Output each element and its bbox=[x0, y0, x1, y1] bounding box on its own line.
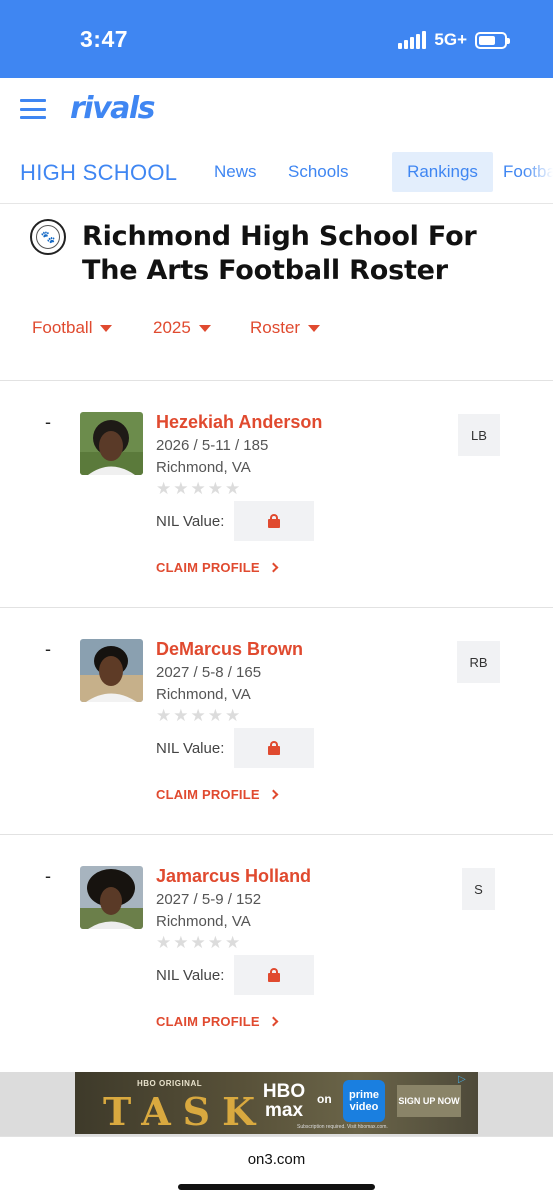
nil-value-locked[interactable] bbox=[234, 955, 314, 995]
star-icon: ★ bbox=[190, 479, 206, 498]
claim-profile-label: CLAIM PROFILE bbox=[156, 787, 260, 802]
nil-value-label: NIL Value: bbox=[156, 513, 225, 530]
claim-profile-label: CLAIM PROFILE bbox=[156, 560, 260, 575]
ad-title: TASK bbox=[103, 1089, 268, 1134]
star-icon: ★ bbox=[190, 933, 206, 952]
ad-partner-logo: prime video bbox=[343, 1080, 385, 1122]
battery-icon bbox=[475, 31, 510, 49]
network-type: 5G+ bbox=[434, 30, 467, 49]
year-filter-dropdown[interactable]: 2025 bbox=[153, 318, 211, 338]
player-name[interactable]: Jamarcus Holland bbox=[156, 866, 311, 887]
school-crest-icon: 🐾 bbox=[30, 219, 66, 255]
star-icon: ★ bbox=[156, 479, 172, 498]
star-icon: ★ bbox=[207, 706, 223, 725]
cellular-signal-icon bbox=[398, 31, 427, 49]
chevron-right-icon bbox=[268, 562, 279, 573]
nil-value-label: NIL Value: bbox=[156, 740, 225, 757]
url-text: on3.com bbox=[247, 1151, 306, 1168]
lock-icon bbox=[268, 514, 280, 528]
nil-value-label: NIL Value: bbox=[156, 967, 225, 984]
nil-value-locked[interactable] bbox=[234, 501, 314, 541]
divider bbox=[0, 203, 553, 204]
hamburger-menu-icon[interactable] bbox=[20, 99, 46, 119]
star-icon: ★ bbox=[173, 933, 189, 952]
lock-icon bbox=[268, 741, 280, 755]
star-icon: ★ bbox=[207, 933, 223, 952]
lock-icon bbox=[268, 968, 280, 982]
app-header: rivals bbox=[0, 78, 553, 148]
caret-down-icon bbox=[198, 324, 211, 332]
sport-filter-dropdown[interactable]: Football bbox=[32, 318, 113, 338]
player-hometown: Richmond, VA bbox=[156, 686, 251, 703]
divider bbox=[0, 380, 553, 381]
roster-row: - Hezekiah Anderson 2026 / 5-11 / 185 Ri… bbox=[0, 412, 553, 639]
roster-row: - Jamarcus Holland 2027 / 5-9 / 152 Rich… bbox=[0, 866, 553, 1093]
player-rank: - bbox=[45, 866, 51, 886]
nav-item-rankings[interactable]: Rankings bbox=[392, 152, 493, 192]
player-name[interactable]: DeMarcus Brown bbox=[156, 639, 303, 660]
player-hometown: Richmond, VA bbox=[156, 913, 251, 930]
ad-fine-print: Subscription required. Visit hbomax.com. bbox=[297, 1124, 388, 1130]
star-icon: ★ bbox=[156, 933, 172, 952]
nav-fade bbox=[523, 148, 553, 198]
browser-address-bar[interactable]: on3.com bbox=[0, 1136, 553, 1200]
chevron-right-icon bbox=[268, 789, 279, 800]
star-icon: ★ bbox=[207, 479, 223, 498]
player-class-height-weight: 2027 / 5-8 / 165 bbox=[156, 664, 262, 681]
home-indicator[interactable] bbox=[178, 1184, 375, 1190]
divider bbox=[0, 607, 553, 608]
star-icon: ★ bbox=[225, 479, 241, 498]
caret-down-icon bbox=[308, 324, 321, 332]
view-filter-dropdown[interactable]: Roster bbox=[250, 318, 321, 338]
claim-profile-label: CLAIM PROFILE bbox=[156, 1014, 260, 1029]
position-badge: LB bbox=[458, 414, 500, 456]
position-badge: S bbox=[462, 868, 495, 910]
claim-profile-link[interactable]: CLAIM PROFILE bbox=[156, 787, 279, 802]
ad-choices-icon[interactable]: ▷ bbox=[458, 1074, 474, 1086]
player-photo[interactable] bbox=[80, 412, 143, 475]
ad-banner[interactable]: HBO ORIGINAL TASK HBO max on prime video… bbox=[75, 1072, 478, 1134]
star-icon: ★ bbox=[173, 706, 189, 725]
player-name[interactable]: Hezekiah Anderson bbox=[156, 412, 322, 433]
status-time: 3:47 bbox=[80, 26, 129, 52]
roster-row: - DeMarcus Brown 2027 / 5-8 / 165 Richmo… bbox=[0, 639, 553, 866]
section-nav: HIGH SCHOOL News Schools Rankings Footba… bbox=[0, 148, 553, 198]
nil-value-locked[interactable] bbox=[234, 728, 314, 768]
position-badge: RB bbox=[457, 641, 500, 683]
ad-connector: on bbox=[317, 1092, 332, 1106]
caret-down-icon bbox=[100, 324, 113, 332]
status-indicators: 5G+ bbox=[398, 30, 510, 50]
nav-section-title[interactable]: HIGH SCHOOL bbox=[20, 160, 177, 186]
claim-profile-link[interactable]: CLAIM PROFILE bbox=[156, 1014, 279, 1029]
status-bar: 3:47 5G+ bbox=[0, 0, 553, 78]
view-filter-label: Roster bbox=[250, 318, 301, 337]
star-rating: ★ ★ ★ ★ ★ bbox=[156, 480, 240, 497]
player-photo[interactable] bbox=[80, 866, 143, 929]
claim-profile-link[interactable]: CLAIM PROFILE bbox=[156, 560, 279, 575]
sport-filter-label: Football bbox=[32, 318, 93, 337]
ad-eyebrow: HBO ORIGINAL bbox=[137, 1079, 203, 1088]
star-icon: ★ bbox=[156, 706, 172, 725]
ad-brand-logo: HBO max bbox=[262, 1081, 306, 1121]
player-rank: - bbox=[45, 639, 51, 659]
page-title: Richmond High School For The Arts Footba… bbox=[82, 221, 477, 286]
player-rank: - bbox=[45, 412, 51, 432]
star-icon: ★ bbox=[190, 706, 206, 725]
year-filter-label: 2025 bbox=[153, 318, 191, 337]
player-class-height-weight: 2027 / 5-9 / 152 bbox=[156, 891, 262, 908]
player-class-height-weight: 2026 / 5-11 / 185 bbox=[156, 437, 269, 454]
divider bbox=[0, 834, 553, 835]
player-hometown: Richmond, VA bbox=[156, 459, 251, 476]
rivals-logo[interactable]: rivals bbox=[70, 91, 156, 126]
star-icon: ★ bbox=[225, 706, 241, 725]
chevron-right-icon bbox=[268, 1016, 279, 1027]
star-icon: ★ bbox=[173, 479, 189, 498]
player-photo[interactable] bbox=[80, 639, 143, 702]
star-icon: ★ bbox=[225, 933, 241, 952]
star-rating: ★ ★ ★ ★ ★ bbox=[156, 934, 240, 951]
nav-item-schools[interactable]: Schools bbox=[278, 152, 358, 192]
ad-signup-button[interactable]: SIGN UP NOW bbox=[397, 1085, 461, 1117]
nav-item-news[interactable]: News bbox=[204, 152, 267, 192]
star-rating: ★ ★ ★ ★ ★ bbox=[156, 707, 240, 724]
